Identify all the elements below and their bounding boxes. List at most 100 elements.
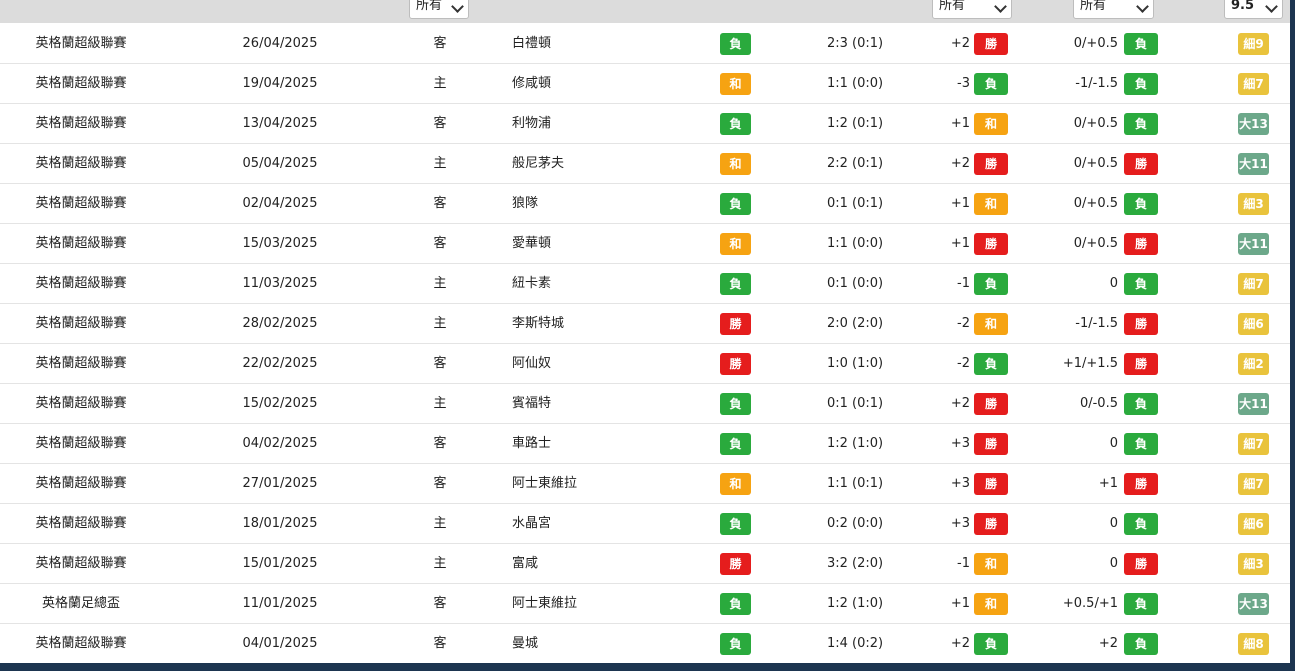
handicap-cell: +2: [950, 396, 970, 411]
score-cell: 1:2 (1:0): [826, 436, 884, 451]
score-cell: 0:1 (0:0): [826, 276, 884, 291]
overunder-badge: 大13: [1238, 593, 1269, 615]
overunder-badge: 細3: [1238, 553, 1269, 575]
line-result-badge: 負: [1124, 433, 1158, 455]
line-result-badge: 勝: [1124, 353, 1158, 375]
venue-cell: 客: [433, 476, 447, 491]
league-cell: 英格蘭超級聯賽: [35, 316, 127, 331]
handicap-cell: +2: [950, 636, 970, 651]
score-cell: 1:1 (0:0): [826, 76, 884, 91]
line-result-badge: 負: [1124, 593, 1158, 615]
result-badge: 負: [720, 113, 751, 135]
line-cell: 0/+0.5: [1073, 116, 1118, 131]
result-badge: 和: [720, 73, 751, 95]
handicap-cell: +2: [950, 156, 970, 171]
date-cell: 02/04/2025: [242, 196, 318, 211]
venue-cell: 客: [433, 196, 447, 211]
result-badge: 負: [720, 33, 751, 55]
table-row[interactable]: 英格蘭超級聯賽 18/01/2025 主水晶宮 0:2 (0:0) +3 0 負勝負細6: [0, 504, 1290, 544]
venue-cell: 主: [433, 396, 447, 411]
table-row[interactable]: 英格蘭超級聯賽 13/04/2025 客 利物浦 1:2 (0:1) +1 0/+0.5 負 和…: [0, 104, 1290, 144]
date-cell: 28/02/2025: [242, 316, 318, 331]
line-result-badge: 負: [1124, 273, 1158, 295]
result-badge: 負: [720, 433, 751, 455]
handicap-cell: +3: [950, 476, 970, 491]
overunder-filter-select[interactable]: 9.5: [1224, 0, 1283, 19]
league-cell: 英格蘭超級聯賽: [35, 156, 127, 171]
venue-cell: 客: [433, 596, 447, 611]
venue-cell: 客: [433, 236, 447, 251]
venue-cell: 主: [433, 76, 447, 91]
table-row[interactable]: 英格蘭超級聯賽 04/01/2025 客 曼城 1:4 (0:2) +2 +2 負 負 負 細8: [0, 624, 1290, 663]
date-cell: 11/03/2025: [242, 276, 318, 291]
opponent-cell: 修咸頓: [512, 76, 552, 91]
table-row[interactable]: 英格蘭超級聯賽 15/01/2025 主富咸 3:2 (2:0) -1 0 勝和勝細3: [0, 544, 1290, 584]
result-badge: 負: [720, 513, 751, 535]
league-cell: 英格蘭超級聯賽: [35, 636, 127, 651]
league-cell: 英格蘭超級聯賽: [35, 36, 127, 51]
handicap-cell: +1: [950, 116, 970, 131]
venue-cell: 客: [433, 636, 447, 651]
score-cell: 2:0 (2:0): [826, 316, 884, 331]
table-row[interactable]: 英格蘭超級聯賽 19/04/2025 主 修咸頓 1:1 (0:0) -3 -1/-1.5 和…: [0, 64, 1290, 104]
opponent-cell: 車路士: [512, 436, 552, 451]
score-cell: 1:1 (0:0): [826, 236, 884, 251]
date-cell: 05/04/2025: [242, 156, 318, 171]
table-row[interactable]: 英格蘭超級聯賽 05/04/2025 主 般尼茅夫 2:2 (0:1) +2 0/+0.5 和…: [0, 144, 1290, 184]
table-row[interactable]: 英格蘭超級聯賽 28/02/2025 主 李斯特城 2:0 (2:0) -2 -1/-1.5…: [0, 304, 1290, 344]
line-result-badge: 勝: [1124, 553, 1158, 575]
table-row[interactable]: 英格蘭超級聯賽 15/02/2025 主 賓福特 0:1 (0:1) +2 0/-0.5 負 勝…: [0, 384, 1290, 424]
date-cell: 15/03/2025: [242, 236, 318, 251]
handicap-result-badge: 勝: [974, 233, 1008, 255]
overunder-filter-value: 9.5: [1231, 0, 1255, 13]
score-cell: 1:1 (0:1): [826, 476, 884, 491]
league-cell: 英格蘭超級聯賽: [35, 116, 127, 131]
league-cell: 英格蘭超級聯賽: [35, 516, 127, 531]
line-cell: 0: [1109, 276, 1118, 291]
table-row[interactable]: 英格蘭超級聯賽 26/04/2025 客 白禮頓 2:3 (0:1) +2 0/+0.5 負 勝…: [0, 24, 1290, 64]
handicap-cell: +1: [950, 196, 970, 211]
handicap-filter-select[interactable]: 所有: [932, 0, 1012, 19]
table-row[interactable]: 英格蘭足總盃 11/01/2025 客 阿士東維拉 1:2 (1:0) +1 +0.5/+1…: [0, 584, 1290, 624]
overunder-badge: 細6: [1238, 513, 1269, 535]
line-result-badge: 勝: [1124, 233, 1158, 255]
result-badge: 和: [720, 153, 751, 175]
result-badge: 勝: [720, 553, 751, 575]
handicap-result-badge: 勝: [974, 473, 1008, 495]
venue-cell: 主: [433, 516, 447, 531]
chevron-down-icon: [994, 0, 1007, 13]
table-row[interactable]: 英格蘭超級聯賽 04/02/2025 客車路士 1:2 (1:0) +3 0 負勝負細7: [0, 424, 1290, 464]
score-cell: 0:1 (0:1): [826, 396, 884, 411]
handicap-result-badge: 勝: [974, 433, 1008, 455]
table-row[interactable]: 英格蘭超級聯賽 22/02/2025 客 阿仙奴 1:0 (1:0) -2 +1/+1.5 勝…: [0, 344, 1290, 384]
handicap-result-badge: 勝: [974, 393, 1008, 415]
chevron-down-icon: [1265, 0, 1278, 13]
line-result-badge: 負: [1124, 633, 1158, 655]
venue-cell: 客: [433, 436, 447, 451]
handicap-result-badge: 和: [974, 593, 1008, 615]
opponent-cell: 富咸: [512, 556, 539, 571]
handicap-result-badge: 和: [974, 313, 1008, 335]
overunder-badge: 細7: [1238, 473, 1269, 495]
overunder-badge: 細7: [1238, 73, 1269, 95]
table-row[interactable]: 英格蘭超級聯賽 15/03/2025 客 愛華頓 1:1 (0:0) +1 0/+0.5 和 勝…: [0, 224, 1290, 264]
handicap-result-badge: 負: [974, 73, 1008, 95]
chevron-down-icon: [1136, 0, 1149, 13]
venue-filter-select[interactable]: 所有: [409, 0, 469, 19]
table-row[interactable]: 英格蘭超級聯賽 11/03/2025 主紐卡素 0:1 (0:0) -1 0 負負負細7: [0, 264, 1290, 304]
line-cell: -1/-1.5: [1075, 76, 1118, 91]
table-row[interactable]: 英格蘭超級聯賽 27/01/2025 客 阿士東維拉 1:1 (0:1) +3 +1 和 勝 勝 細…: [0, 464, 1290, 504]
venue-filter-value: 所有: [416, 0, 443, 13]
line-result-badge: 勝: [1124, 313, 1158, 335]
result-badge: 負: [720, 273, 751, 295]
league-cell: 英格蘭足總盃: [41, 596, 120, 611]
line-filter-select[interactable]: 所有: [1073, 0, 1154, 19]
score-cell: 1:2 (1:0): [826, 596, 884, 611]
overunder-badge: 大13: [1238, 113, 1269, 135]
table-row[interactable]: 英格蘭超級聯賽 02/04/2025 客 狼隊 0:1 (0:1) +1 0/+0.5 負 和 負…: [0, 184, 1290, 224]
date-cell: 26/04/2025: [242, 36, 318, 51]
opponent-cell: 利物浦: [512, 116, 552, 131]
league-cell: 英格蘭超級聯賽: [35, 196, 127, 211]
league-cell: 英格蘭超級聯賽: [35, 276, 127, 291]
venue-cell: 主: [433, 556, 447, 571]
